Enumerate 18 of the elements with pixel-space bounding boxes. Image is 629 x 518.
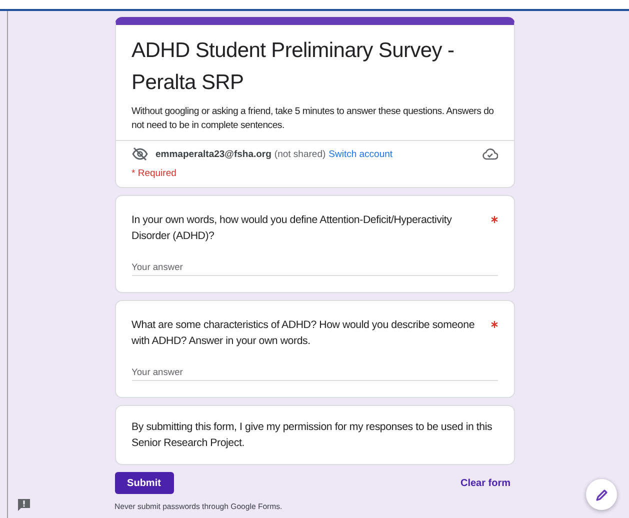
pencil-icon xyxy=(594,488,608,502)
edit-button[interactable] xyxy=(586,479,617,510)
account-email: emmaperalta23@fsha.org xyxy=(156,148,272,160)
answer-field[interactable]: Your answer xyxy=(132,364,498,381)
switch-account-link[interactable]: Switch account xyxy=(328,148,393,160)
question-text: What are some characteristics of ADHD? How would you describe someone with ADHD? Answer in your own words. xyxy=(132,318,476,349)
question-text: In your own words, how would you define Attention-Deficit/Hyperactivity Disorder (ADHD)? xyxy=(132,213,453,244)
submit-button[interactable]: Submit xyxy=(114,472,174,494)
clear-form-button[interactable]: Clear form xyxy=(456,474,514,492)
sharing-note: (not shared) xyxy=(274,148,326,160)
form-description: Without googling or asking a friend, take 5 minutes to answer these questions. Answers do not need to be in complete sentences. xyxy=(132,105,495,133)
required-note: * Required xyxy=(132,168,178,179)
consent-text: By submitting this form, I give my permission for my responses to be used in this Senior Research Project. xyxy=(132,420,494,451)
cloud-check-icon xyxy=(482,148,498,160)
answer-field[interactable]: Your answer xyxy=(132,259,498,276)
hidden-eye-icon xyxy=(132,147,148,161)
feedback-icon[interactable] xyxy=(17,498,31,512)
form-title: ADHD Student Preliminary Survey - Peralta SRP xyxy=(132,38,456,96)
